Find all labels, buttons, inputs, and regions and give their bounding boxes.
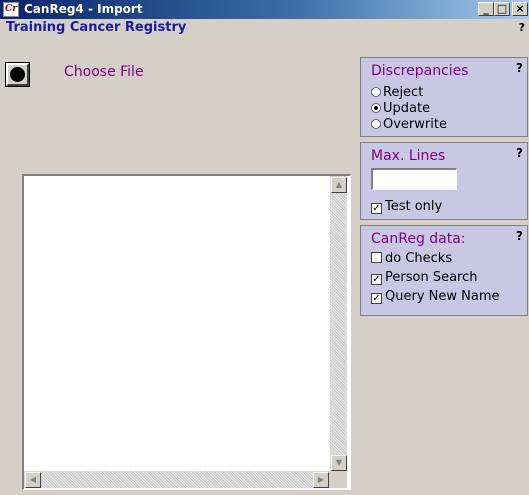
horizontal-scrollbar[interactable] [24,471,330,488]
checkbox-checked-icon[interactable]: ✓ [371,203,382,214]
do-checks-checkbox[interactable]: do Checks [371,251,452,266]
registry-name: Training Cancer Registry [6,20,187,35]
radio-button[interactable] [371,103,381,113]
scrollbar-corner [330,471,347,488]
canreg-data-panel: CanReg data: ? do Checks ✓ Person Search … [360,225,528,316]
canreg-data-title: CanReg data: [371,231,466,247]
scroll-down-icon[interactable]: ▼ [331,455,347,471]
radio-update[interactable]: Update [371,101,430,116]
scroll-left-icon[interactable]: ◀ [25,472,41,488]
checkbox-label: Query New Name [385,289,500,304]
test-only-checkbox[interactable]: ✓ Test only [371,199,442,214]
discrepancies-help-icon[interactable]: ? [516,61,523,75]
import-text-area[interactable] [22,174,351,490]
checkbox-label: do Checks [385,251,453,266]
checkbox-label: Person Search [385,270,478,285]
radio-button[interactable] [371,119,381,129]
close-button[interactable]: × [512,2,528,16]
choose-file-button[interactable] [5,62,30,87]
canreg-app-icon: Cr [3,2,19,17]
max-lines-help-icon[interactable]: ? [516,146,523,160]
window-title: CanReg4 - Import [24,2,143,16]
person-search-checkbox[interactable]: ✓ Person Search [371,270,477,285]
scroll-right-icon[interactable]: ▶ [313,472,329,488]
checkbox-checked-icon[interactable]: ✓ [371,293,382,304]
radio-overwrite[interactable]: Overwrite [371,117,447,132]
title-bar: Cr CanReg4 - Import _ □ × [0,0,529,19]
discrepancies-panel: Discrepancies ? Reject Update Overwrite [360,57,528,137]
radio-button[interactable] [371,87,381,97]
discrepancies-title: Discrepancies [371,63,469,79]
radio-reject[interactable]: Reject [371,85,423,100]
radio-label: Overwrite [383,117,447,132]
radio-label: Update [383,101,431,116]
vertical-scrollbar[interactable] [330,176,347,471]
radio-label: Reject [383,85,424,100]
checkbox-unchecked-icon[interactable] [371,252,382,263]
max-lines-title: Max. Lines [371,148,446,164]
maximize-button[interactable]: □ [494,2,510,16]
query-new-name-checkbox[interactable]: ✓ Query New Name [371,289,499,304]
record-icon [10,67,25,82]
checkbox-label: Test only [385,199,443,214]
canreg-data-help-icon[interactable]: ? [516,229,523,243]
choose-file-label[interactable]: Choose File [64,64,144,80]
max-lines-input[interactable] [371,168,457,190]
checkbox-checked-icon[interactable]: ✓ [371,274,382,285]
minimize-button[interactable]: _ [478,2,494,16]
scroll-up-icon[interactable]: ▲ [331,177,347,193]
max-lines-panel: Max. Lines ? ✓ Test only [360,142,528,220]
help-icon[interactable]: ? [519,21,525,34]
